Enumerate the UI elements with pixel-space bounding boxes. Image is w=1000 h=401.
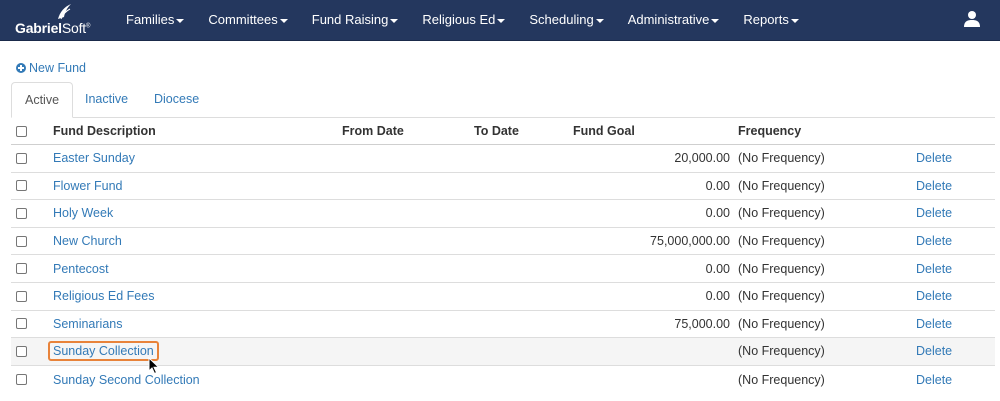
- user-icon[interactable]: [963, 10, 981, 28]
- fund-description-link[interactable]: Holy Week: [53, 206, 113, 220]
- frequency-value: (No Frequency): [738, 151, 825, 166]
- plus-circle-icon: [16, 63, 26, 73]
- table-header: Fund Description From Date To Date Fund …: [11, 118, 995, 145]
- delete-link[interactable]: Delete: [916, 179, 952, 193]
- row-checkbox[interactable]: [16, 235, 27, 247]
- frequency-value: (No Frequency): [738, 344, 825, 359]
- row-checkbox[interactable]: [16, 290, 27, 302]
- tab-inactive[interactable]: Inactive: [72, 82, 141, 118]
- fund-description-link[interactable]: Pentecost: [53, 262, 109, 276]
- row-checkbox[interactable]: [16, 318, 27, 330]
- frequency-value: (No Frequency): [738, 289, 825, 304]
- nav-families[interactable]: Families: [114, 0, 196, 40]
- caret-down-icon: [497, 18, 506, 23]
- row-checkbox[interactable]: [16, 263, 27, 275]
- header-to-date[interactable]: To Date: [474, 118, 519, 144]
- table-row: Holy Week 0.00 (No Frequency) Delete: [11, 200, 995, 228]
- mouse-pointer-icon: [148, 357, 160, 375]
- main-menu: Families Committees Fund Raising Religio…: [114, 0, 811, 40]
- frequency-value: (No Frequency): [738, 372, 825, 387]
- caret-down-icon: [176, 18, 185, 23]
- fund-description-link[interactable]: Flower Fund: [53, 179, 122, 193]
- fund-status-tabs: Active Inactive Diocese: [11, 82, 995, 118]
- fund-goal-value: 0.00: [705, 289, 730, 304]
- frequency-value: (No Frequency): [738, 261, 825, 276]
- new-fund-link[interactable]: New Fund: [16, 60, 86, 76]
- fund-description-link[interactable]: Seminarians: [53, 317, 122, 331]
- nav-scheduling[interactable]: Scheduling: [517, 0, 615, 40]
- select-all-checkbox-cell: [16, 118, 27, 144]
- fund-goal-value: 75,000.00: [674, 316, 730, 331]
- frequency-value: (No Frequency): [738, 234, 825, 249]
- caret-down-icon: [595, 18, 604, 23]
- nav-religious-ed[interactable]: Religious Ed: [410, 0, 517, 40]
- delete-link[interactable]: Delete: [916, 262, 952, 276]
- fund-description-link[interactable]: Sunday Collection: [48, 341, 159, 362]
- delete-link[interactable]: Delete: [916, 151, 952, 165]
- row-checkbox[interactable]: [16, 345, 27, 357]
- select-all-checkbox[interactable]: [16, 125, 27, 137]
- brand-name: GabrielSoft®: [15, 20, 91, 36]
- nav-administrative[interactable]: Administrative: [616, 0, 732, 40]
- row-checkbox[interactable]: [16, 180, 27, 192]
- header-from-date[interactable]: From Date: [342, 118, 404, 144]
- tab-active[interactable]: Active: [11, 82, 74, 118]
- fund-goal-value: 75,000,000.00: [650, 234, 730, 249]
- wing-icon: [58, 4, 71, 20]
- table-row: Easter Sunday 20,000.00 (No Frequency) D…: [11, 145, 995, 173]
- row-checkbox[interactable]: [16, 207, 27, 219]
- fund-goal-value: 0.00: [705, 178, 730, 193]
- caret-down-icon: [279, 18, 288, 23]
- delete-link[interactable]: Delete: [916, 234, 952, 248]
- frequency-value: (No Frequency): [738, 178, 825, 193]
- delete-link[interactable]: Delete: [916, 289, 952, 303]
- caret-down-icon: [790, 18, 799, 23]
- delete-link[interactable]: Delete: [916, 344, 952, 358]
- fund-description-link[interactable]: Sunday Second Collection: [53, 373, 200, 387]
- nav-committees[interactable]: Committees: [196, 0, 299, 40]
- fund-description-link[interactable]: Religious Ed Fees: [53, 289, 154, 303]
- table-row: Seminarians 75,000.00 (No Frequency) Del…: [11, 311, 995, 339]
- caret-down-icon: [390, 18, 399, 23]
- fund-goal-value: 20,000.00: [674, 151, 730, 166]
- caret-down-icon: [711, 18, 720, 23]
- fund-goal-value: 0.00: [705, 261, 730, 276]
- table-row: Religious Ed Fees 0.00 (No Frequency) De…: [11, 283, 995, 311]
- delete-link[interactable]: Delete: [916, 206, 952, 220]
- top-navbar: GabrielSoft® Families Committees Fund Ra…: [0, 0, 1000, 41]
- row-checkbox[interactable]: [16, 152, 27, 164]
- tab-diocese[interactable]: Diocese: [141, 82, 212, 118]
- funds-table: Fund Description From Date To Date Fund …: [11, 118, 995, 393]
- header-fund-description[interactable]: Fund Description: [53, 118, 156, 144]
- fund-goal-value: 0.00: [705, 206, 730, 221]
- nav-fund-raising[interactable]: Fund Raising: [300, 0, 411, 40]
- new-fund-label: New Fund: [29, 61, 86, 75]
- gabrielsoft-logo[interactable]: GabrielSoft®: [15, 3, 105, 37]
- table-row: New Church 75,000,000.00 (No Frequency) …: [11, 228, 995, 256]
- header-fund-goal[interactable]: Fund Goal: [573, 118, 635, 144]
- fund-description-link[interactable]: New Church: [53, 234, 122, 248]
- fund-description-link[interactable]: Easter Sunday: [53, 151, 135, 165]
- nav-reports[interactable]: Reports: [731, 0, 811, 40]
- table-row: Pentecost 0.00 (No Frequency) Delete: [11, 255, 995, 283]
- delete-link[interactable]: Delete: [916, 317, 952, 331]
- header-frequency[interactable]: Frequency: [738, 118, 801, 144]
- delete-link[interactable]: Delete: [916, 373, 952, 387]
- table-row: Flower Fund 0.00 (No Frequency) Delete: [11, 173, 995, 201]
- row-checkbox[interactable]: [16, 374, 27, 386]
- frequency-value: (No Frequency): [738, 206, 825, 221]
- frequency-value: (No Frequency): [738, 316, 825, 331]
